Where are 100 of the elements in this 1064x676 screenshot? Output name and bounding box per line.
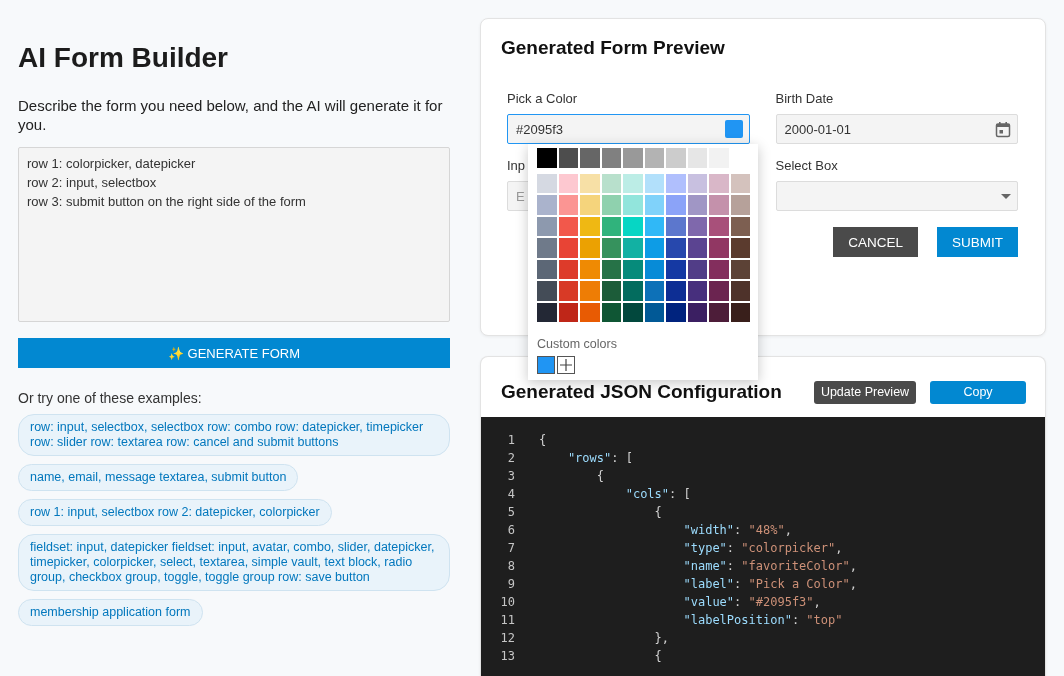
example-chip[interactable]: row 1: input, selectbox row 2: datepicker, colorpicker xyxy=(18,499,332,526)
update-preview-button[interactable]: Update Preview xyxy=(814,380,916,404)
color-swatch[interactable] xyxy=(687,302,707,322)
color-swatch[interactable] xyxy=(687,238,707,258)
color-swatch[interactable] xyxy=(709,216,729,236)
color-swatch[interactable] xyxy=(687,148,707,168)
color-swatch[interactable] xyxy=(623,259,643,279)
color-swatch[interactable] xyxy=(537,281,557,301)
color-swatch[interactable] xyxy=(644,302,664,322)
color-swatch[interactable] xyxy=(623,148,643,168)
color-swatch[interactable] xyxy=(537,173,557,193)
color-swatch[interactable] xyxy=(709,238,729,258)
color-swatch[interactable] xyxy=(709,195,729,215)
example-chip[interactable]: name, email, message textarea, submit button xyxy=(18,464,299,491)
color-swatch[interactable] xyxy=(730,238,750,258)
color-swatch[interactable] xyxy=(623,216,643,236)
color-swatch[interactable] xyxy=(558,195,578,215)
color-swatch[interactable] xyxy=(666,259,686,279)
submit-button[interactable]: SUBMIT xyxy=(937,227,1018,257)
caret-icon[interactable] xyxy=(1001,193,1011,199)
color-swatch[interactable] xyxy=(580,302,600,322)
cancel-button[interactable]: CANCEL xyxy=(833,227,918,257)
color-swatch[interactable] xyxy=(580,281,600,301)
color-swatch[interactable] xyxy=(709,302,729,322)
color-swatch[interactable] xyxy=(558,148,578,168)
color-swatch[interactable] xyxy=(558,173,578,193)
color-swatch[interactable] xyxy=(687,259,707,279)
color-swatch[interactable] xyxy=(666,148,686,168)
color-swatch[interactable] xyxy=(666,238,686,258)
color-swatch[interactable] xyxy=(730,195,750,215)
color-swatch[interactable] xyxy=(687,216,707,236)
color-field[interactable]: #2095f3 xyxy=(507,114,750,144)
color-swatch[interactable] xyxy=(558,238,578,258)
color-swatch[interactable] xyxy=(580,195,600,215)
color-swatch[interactable] xyxy=(666,173,686,193)
color-swatch[interactable] xyxy=(644,148,664,168)
color-swatch[interactable] xyxy=(730,173,750,193)
color-swatch[interactable] xyxy=(623,281,643,301)
color-swatch[interactable] xyxy=(623,238,643,258)
color-swatch[interactable] xyxy=(666,216,686,236)
color-swatch[interactable] xyxy=(537,216,557,236)
color-swatch[interactable] xyxy=(537,302,557,322)
color-swatch[interactable] xyxy=(580,238,600,258)
color-swatch[interactable] xyxy=(558,216,578,236)
color-swatch[interactable] xyxy=(709,173,729,193)
add-color-button[interactable] xyxy=(557,356,575,374)
color-swatch[interactable] xyxy=(580,148,600,168)
color-swatch[interactable] xyxy=(623,195,643,215)
code-line: "label": "Pick a Color", xyxy=(682,577,857,591)
color-swatch[interactable] xyxy=(730,216,750,236)
color-swatch[interactable] xyxy=(537,148,557,168)
color-swatch[interactable] xyxy=(537,259,557,279)
copy-button[interactable]: Copy xyxy=(930,380,1026,404)
color-swatch[interactable] xyxy=(709,281,729,301)
color-swatch[interactable] xyxy=(601,238,621,258)
color-swatch[interactable] xyxy=(666,302,686,322)
prompt-field[interactable]: row 1: colorpicker, datepicker row 2: input, selectbox row 3: submit button on the right side of the form xyxy=(18,147,450,322)
color-swatch[interactable] xyxy=(709,259,729,279)
color-swatch[interactable] xyxy=(687,281,707,301)
color-swatch[interactable] xyxy=(558,302,578,322)
line-number: 5 xyxy=(506,505,516,519)
color-swatch[interactable] xyxy=(644,281,664,301)
color-swatch[interactable] xyxy=(687,173,707,193)
color-swatch[interactable] xyxy=(724,120,743,138)
color-swatch[interactable] xyxy=(666,195,686,215)
color-swatch[interactable] xyxy=(730,259,750,279)
color-swatch[interactable] xyxy=(601,259,621,279)
color-swatch[interactable] xyxy=(580,259,600,279)
color-swatch[interactable] xyxy=(687,195,707,215)
color-swatch[interactable] xyxy=(580,173,600,193)
code-editor[interactable]: 1 { 2 "rows": [ 3 { 4 "cols": [ 5 { 6 "width": "48%", 7 "type": "colorpicker", 8 "name": "favoriteColor", 9 "label": "Pick a Color", 10 "value": "#2095f3", 11 "labelPosition": "top" 12 }, 13 { xyxy=(481,417,1045,676)
color-swatch[interactable] xyxy=(558,281,578,301)
color-swatch[interactable] xyxy=(601,302,621,322)
date-field[interactable]: 2000-01-01 xyxy=(775,114,1018,144)
generate-form-button[interactable]: ✨ GENERATE FORM xyxy=(18,338,450,368)
color-swatch[interactable] xyxy=(537,356,555,374)
color-swatch[interactable] xyxy=(730,281,750,301)
color-swatch[interactable] xyxy=(601,195,621,215)
color-swatch[interactable] xyxy=(601,216,621,236)
example-chip[interactable]: row: input, selectbox, selectbox row: combo row: datepicker, timepicker row: slider row: textarea row: cancel and submit buttons xyxy=(18,414,450,456)
color-swatch[interactable] xyxy=(580,216,600,236)
color-swatch[interactable] xyxy=(644,216,664,236)
color-swatch[interactable] xyxy=(644,173,664,193)
select-field[interactable] xyxy=(775,181,1018,211)
color-swatch[interactable] xyxy=(730,302,750,322)
color-swatch[interactable] xyxy=(537,238,557,258)
color-swatch[interactable] xyxy=(537,195,557,215)
color-swatch[interactable] xyxy=(644,238,664,258)
color-swatch[interactable] xyxy=(601,148,621,168)
color-swatch[interactable] xyxy=(558,259,578,279)
color-swatch[interactable] xyxy=(623,173,643,193)
color-swatch[interactable] xyxy=(644,259,664,279)
example-chip[interactable]: membership application form xyxy=(18,599,203,626)
color-swatch[interactable] xyxy=(666,281,686,301)
color-swatch[interactable] xyxy=(644,195,664,215)
calendar-icon[interactable] xyxy=(995,120,1011,138)
example-chip[interactable]: fieldset: input, datepicker fieldset: input, avatar, combo, slider, datepicker, timepicker, colorpicker, select, textarea, simple vault, text block, radio group, checkbox group, toggle, toggle group row: save button xyxy=(18,534,450,591)
color-swatch[interactable] xyxy=(623,302,643,322)
color-swatch[interactable] xyxy=(601,173,621,193)
color-swatch[interactable] xyxy=(601,281,621,301)
